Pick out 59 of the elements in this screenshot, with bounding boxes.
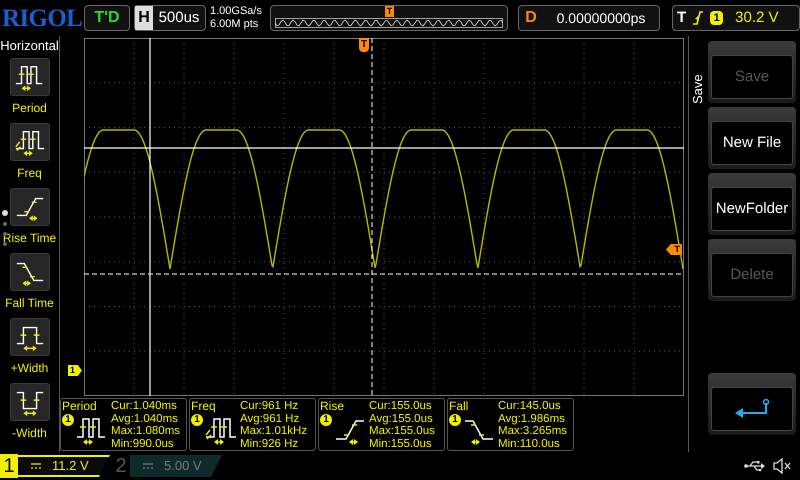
measurement-name: Period	[62, 399, 98, 413]
trigger-level: 30.2 V	[735, 8, 779, 28]
channel-scale: 5.00 V	[164, 457, 202, 476]
measurement-reading: Avg:1.986ms	[498, 412, 566, 425]
mute-icon[interactable]	[772, 457, 792, 475]
source-badge: 1	[320, 414, 332, 426]
run-status: T'D	[84, 5, 130, 31]
measurement-reading: Min:926 Hz	[240, 438, 300, 450]
dc-coupling-icon	[142, 462, 154, 470]
measurement-reading: Max:1.01kHz	[240, 425, 308, 438]
dc-coupling-icon	[30, 462, 42, 470]
trigger-position-marker: T	[385, 6, 394, 17]
channel-number: 2	[114, 454, 128, 478]
measurement-reading: Cur:1.040ms	[111, 400, 178, 412]
measurement-reading: Min:155.0us	[369, 438, 433, 450]
waveform-overview[interactable]: T	[270, 5, 508, 31]
back-button[interactable]	[708, 373, 796, 435]
measurement-reading: Min:990.0us	[111, 438, 175, 450]
trigger-source-badge: 1	[710, 11, 724, 25]
measure-item[interactable]: Rise Time	[2, 188, 56, 253]
source-badge: 1	[62, 414, 74, 426]
measurement-reading: Max:155.0us	[369, 425, 435, 438]
channel-scale: 11.2 V	[52, 457, 89, 476]
source-badge: 1	[449, 414, 461, 426]
measure-item[interactable]: Fall Time	[5, 253, 54, 318]
memory-depth: 6.00M pts	[210, 18, 260, 31]
timebase-box[interactable]: H 500us	[134, 5, 206, 31]
delay-value: 0.00000000ps	[556, 8, 646, 28]
timebase-value: 500us	[158, 8, 200, 28]
rising-edge-icon	[692, 10, 704, 26]
measurement-reading: Avg:155.0us	[369, 412, 434, 425]
trigger-label: T	[677, 8, 686, 28]
measurement-name: Rise	[320, 399, 346, 413]
channel-marker[interactable]: 1	[68, 365, 82, 376]
trigger-box[interactable]: T 1 30.2 V	[672, 5, 800, 31]
menu-button[interactable]: NewFolder	[708, 173, 796, 235]
measurement-reading: Cur:155.0us	[369, 400, 433, 412]
measurement-reading: Cur:145.0us	[498, 400, 562, 412]
measurement-name: Freq	[191, 399, 217, 413]
delay-label: D	[524, 8, 538, 28]
source-badge: 1	[191, 414, 203, 426]
cursor-line[interactable]	[84, 147, 684, 149]
measurement-name: Fall	[449, 399, 470, 413]
measurement-reading: Cur:961 Hz	[240, 400, 300, 412]
horizontal-label: H	[135, 6, 153, 30]
trigger-position-marker[interactable]: T	[359, 38, 369, 52]
delay-box[interactable]: D 0.00000000ps	[518, 5, 660, 31]
menu-title: Save	[688, 74, 706, 104]
measurement-reading: Min:110.0us	[498, 438, 561, 450]
cursor-line[interactable]	[149, 38, 151, 396]
measurement-reading: Avg:1.040ms	[111, 412, 179, 425]
channel-number: 1	[0, 454, 18, 478]
sidebar-title: Horizontal	[0, 38, 59, 54]
menu-button[interactable]: New File	[708, 107, 796, 169]
usb-icon	[744, 460, 766, 472]
measurement-reading: Max:1.080ms	[111, 425, 180, 438]
measurement-reading: Avg:961 Hz	[240, 412, 300, 425]
sample-rate: 1.00GSa/s	[210, 5, 263, 18]
measurement-reading: Max:3.265ms	[498, 425, 568, 438]
